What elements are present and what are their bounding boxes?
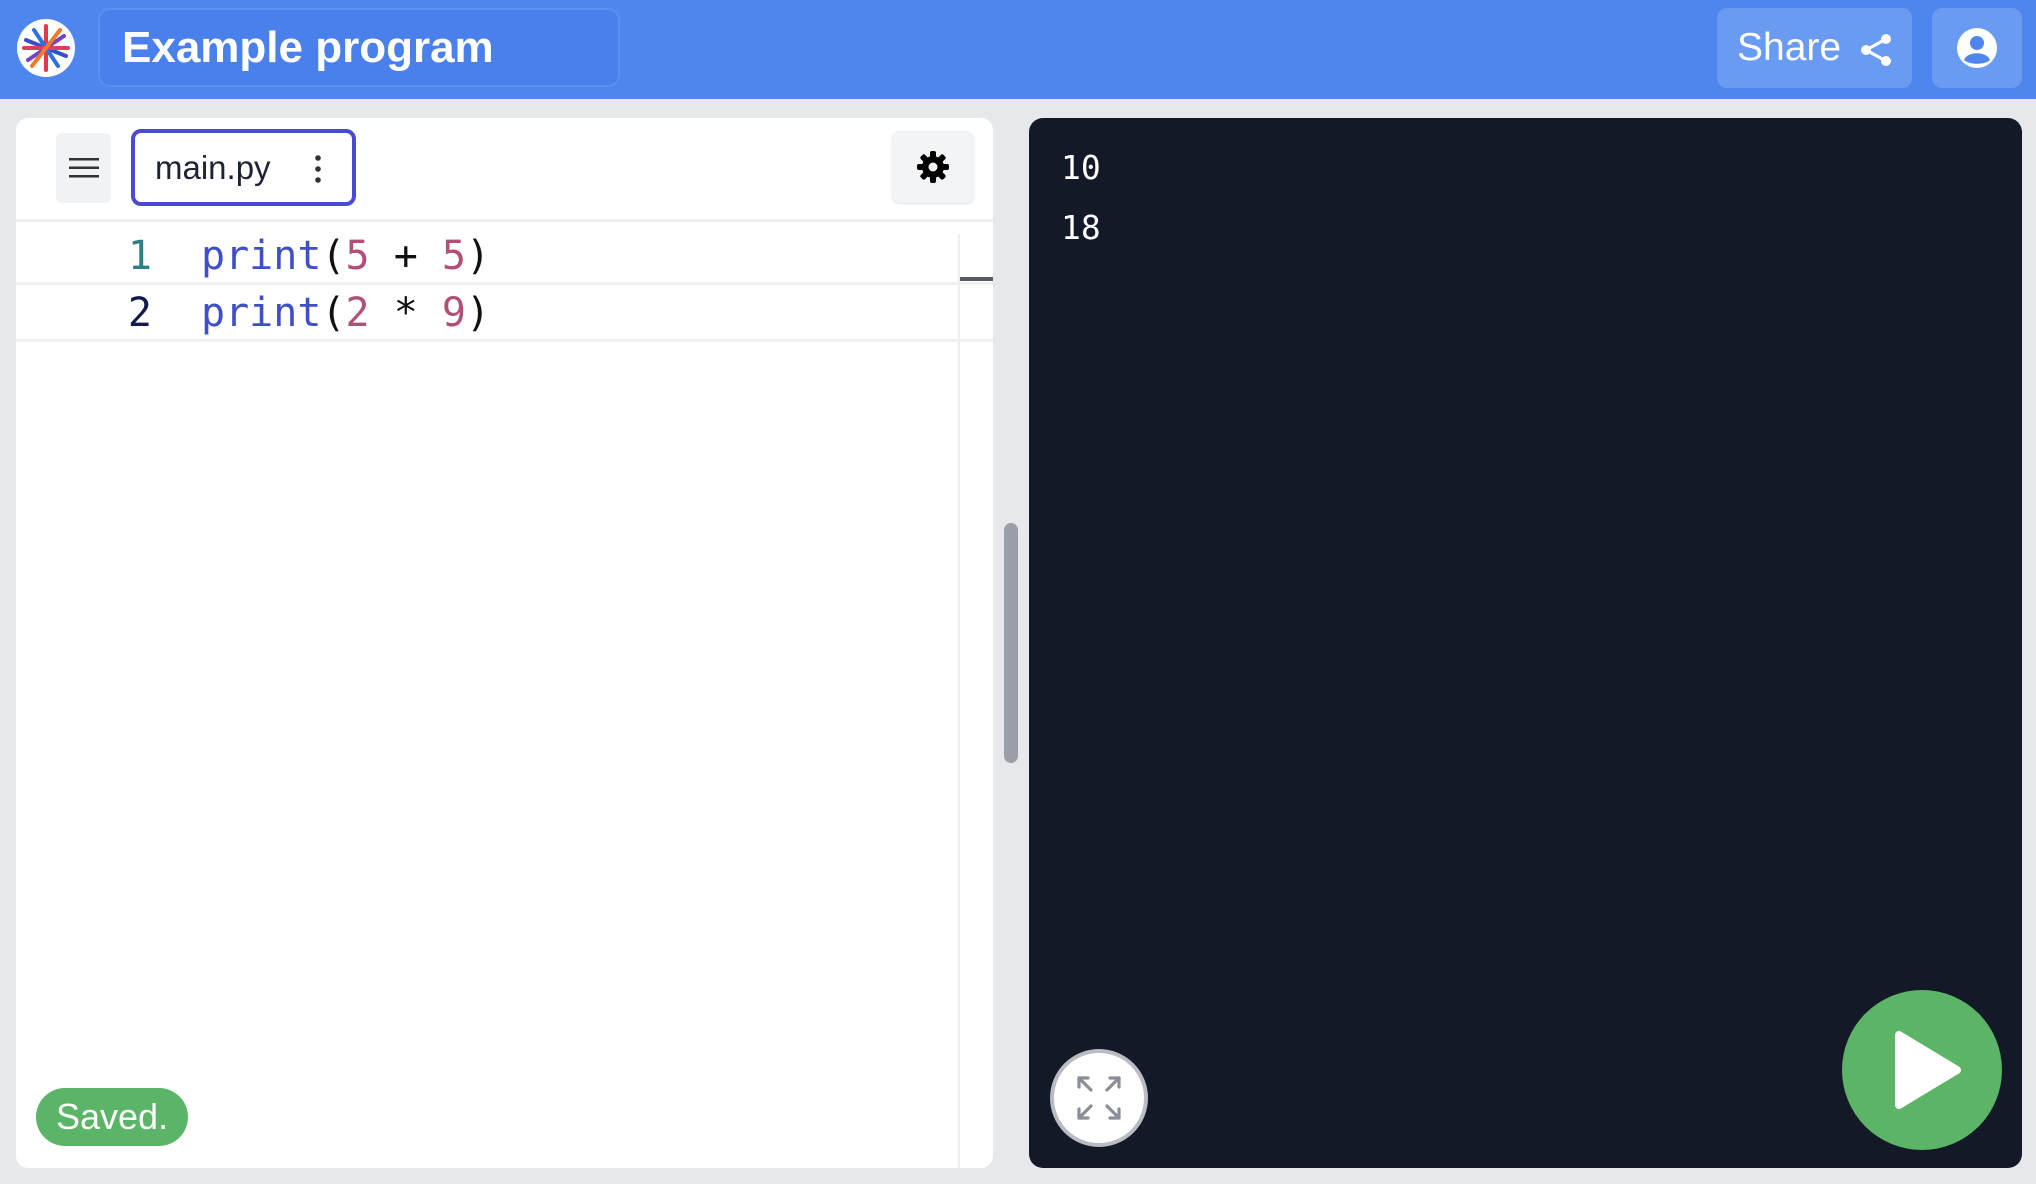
code-number: 5 <box>441 233 466 279</box>
output-console: 10 18 <box>1029 118 2022 1168</box>
kebab-menu-icon[interactable] <box>314 155 322 183</box>
code-function: print <box>201 290 322 336</box>
code-number: 9 <box>441 290 466 336</box>
expand-arrows-icon <box>1077 1076 1121 1120</box>
code-operator: + <box>369 233 442 279</box>
run-button[interactable] <box>1842 990 2002 1150</box>
code-line[interactable]: 1 print(5 + 5) <box>16 225 993 285</box>
code-text: print(5 + 5) <box>201 233 490 279</box>
panel-resize-handle[interactable] <box>1004 523 1018 763</box>
code-operator: * <box>369 290 442 336</box>
code-editor[interactable]: 1 print(5 + 5) 2 print(2 * 9) <box>16 225 993 1168</box>
expand-button[interactable] <box>1050 1049 1148 1147</box>
gear-icon <box>917 151 949 183</box>
saved-status-text: Saved. <box>56 1096 169 1137</box>
code-line-active[interactable]: 2 print(2 * 9) <box>16 282 993 342</box>
code-number: 2 <box>345 290 370 336</box>
menu-button[interactable] <box>56 133 111 203</box>
output-line: 10 <box>1061 148 1101 187</box>
share-label: Share <box>1737 26 1842 69</box>
minimap-viewport[interactable] <box>960 277 993 281</box>
tab-main-py[interactable]: main.py <box>131 129 356 206</box>
code-text: print(2 * 9) <box>201 290 490 336</box>
code-paren: ) <box>465 233 491 279</box>
tab-label: main.py <box>155 148 271 186</box>
share-button[interactable]: Share <box>1717 8 1912 88</box>
program-title: Example program <box>122 22 494 72</box>
code-paren: ( <box>321 290 346 336</box>
top-bar: Example program Share <box>0 0 2036 99</box>
editor-toolbar: main.py <box>16 118 993 222</box>
share-icon <box>1861 34 1891 66</box>
code-function: print <box>201 233 322 279</box>
hamburger-menu-icon <box>68 158 99 178</box>
line-number: 2 <box>127 290 152 336</box>
settings-button[interactable] <box>892 131 974 203</box>
code-paren: ( <box>321 233 346 279</box>
starburst-logo-icon[interactable] <box>16 18 76 78</box>
code-paren: ) <box>465 290 491 336</box>
saved-status-badge: Saved. <box>36 1088 189 1146</box>
minimap-divider <box>958 234 960 1168</box>
profile-button[interactable] <box>1932 8 2022 88</box>
play-icon <box>1895 1031 1961 1109</box>
line-number: 1 <box>127 233 152 279</box>
user-circle-icon <box>1957 28 1997 68</box>
editor-panel: main.py 1 print(5 + 5) 2 print(2 * 9) Sa… <box>16 118 993 1168</box>
program-title-field[interactable]: Example program <box>98 8 620 87</box>
code-number: 5 <box>345 233 370 279</box>
output-line: 18 <box>1061 208 1101 247</box>
